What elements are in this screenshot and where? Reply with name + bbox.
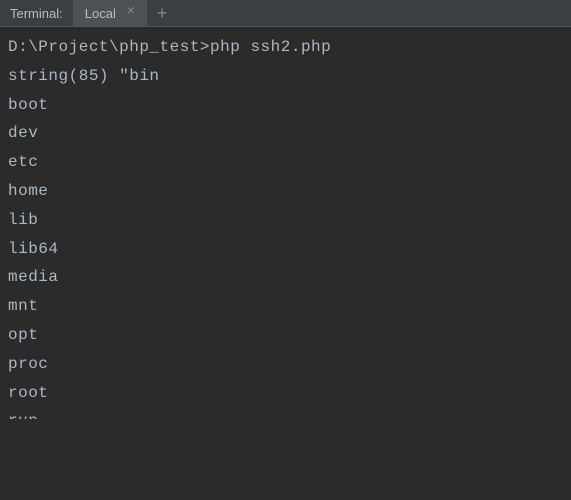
terminal-output-line: lib64 (8, 235, 563, 264)
terminal-output-line: dev (8, 119, 563, 148)
add-tab-button[interactable]: + (147, 4, 178, 22)
tab-local[interactable]: Local × (73, 0, 147, 26)
tab-label: Local (85, 6, 116, 21)
terminal-output[interactable]: D:\Project\php_test>php ssh2.php string(… (0, 27, 571, 425)
terminal-output-line: home (8, 177, 563, 206)
terminal-output-line: string(85) "bin (8, 62, 563, 91)
close-icon[interactable]: × (124, 6, 138, 20)
terminal-output-line: proc (8, 350, 563, 379)
terminal-tab-bar: Terminal: Local × + (0, 0, 571, 27)
terminal-output-line: media (8, 263, 563, 292)
terminal-output-line: lib (8, 206, 563, 235)
terminal-output-line: etc (8, 148, 563, 177)
terminal-prompt-line: D:\Project\php_test>php ssh2.php (8, 33, 563, 62)
terminal-panel-title: Terminal: (0, 6, 73, 21)
terminal-output-line: root (8, 379, 563, 408)
terminal-output-line: boot (8, 91, 563, 120)
terminal-output-line: run (8, 407, 563, 419)
terminal-output-line: mnt (8, 292, 563, 321)
terminal-output-line: opt (8, 321, 563, 350)
